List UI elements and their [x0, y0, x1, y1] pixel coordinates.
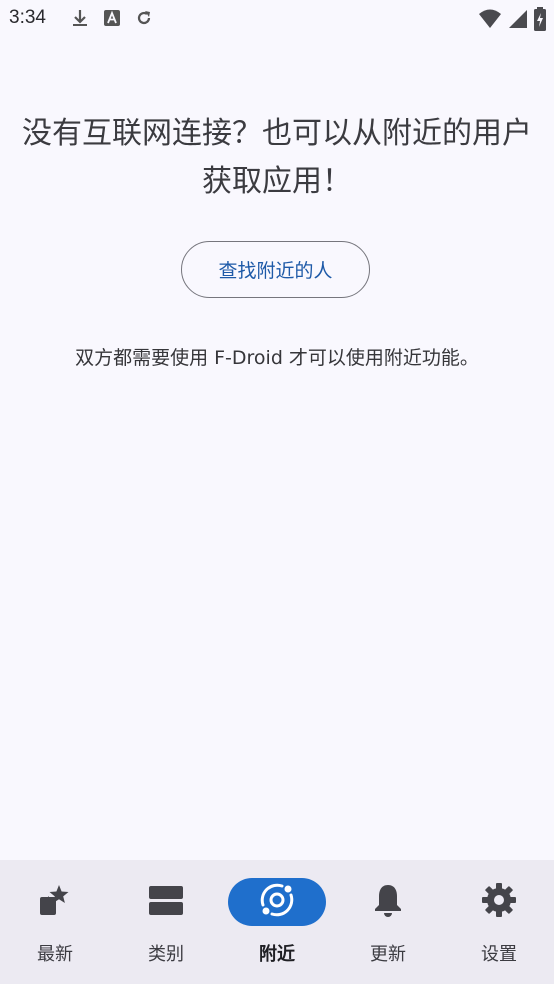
bell-icon — [370, 882, 406, 922]
download-icon — [70, 8, 90, 32]
nav-icon-container — [450, 878, 548, 926]
nearby-icon — [258, 881, 296, 923]
nearby-info-text: 双方都需要使用 F-Droid 才可以使用附近功能。 — [75, 347, 479, 369]
nav-item-updates[interactable]: 更新 — [333, 860, 443, 984]
no-internet-headline: 没有互联网连接？也可以从附近的用户获取应用！ — [22, 116, 532, 199]
status-icons-right — [478, 7, 546, 35]
gear-icon — [480, 881, 518, 923]
nav-item-nearby[interactable]: 附近 — [222, 860, 332, 984]
status-time: 3:34 — [9, 7, 46, 28]
nav-label: 更新 — [370, 944, 406, 965]
battery-charging-icon — [534, 7, 546, 35]
find-nearby-button[interactable]: 查找附近的人 — [181, 241, 370, 298]
status-bar: 3:34 — [0, 0, 554, 38]
nav-label: 附近 — [259, 944, 295, 965]
nav-label: 最新 — [37, 944, 73, 965]
star-sparkle-icon — [37, 882, 73, 922]
nav-icon-container-active — [228, 878, 326, 926]
nav-item-latest[interactable]: 最新 — [0, 860, 110, 984]
nav-icon-container — [6, 878, 104, 926]
wifi-icon — [478, 8, 502, 34]
status-icons-left — [70, 8, 154, 32]
nav-item-settings[interactable]: 设置 — [444, 860, 554, 984]
nav-icon-container — [339, 878, 437, 926]
nav-icon-container — [117, 878, 215, 926]
signal-icon — [508, 8, 528, 34]
nav-label: 类别 — [148, 944, 184, 965]
refresh-icon — [134, 8, 154, 32]
nav-label: 设置 — [481, 944, 517, 965]
bottom-navigation: 最新 类别 附近 更新 设置 — [0, 860, 554, 984]
categories-icon — [148, 882, 184, 922]
nav-item-categories[interactable]: 类别 — [111, 860, 221, 984]
nearby-screen: 没有互联网连接？也可以从附近的用户获取应用！ 查找附近的人 双方都需要使用 F-… — [0, 38, 554, 860]
font-a-icon — [102, 8, 122, 32]
